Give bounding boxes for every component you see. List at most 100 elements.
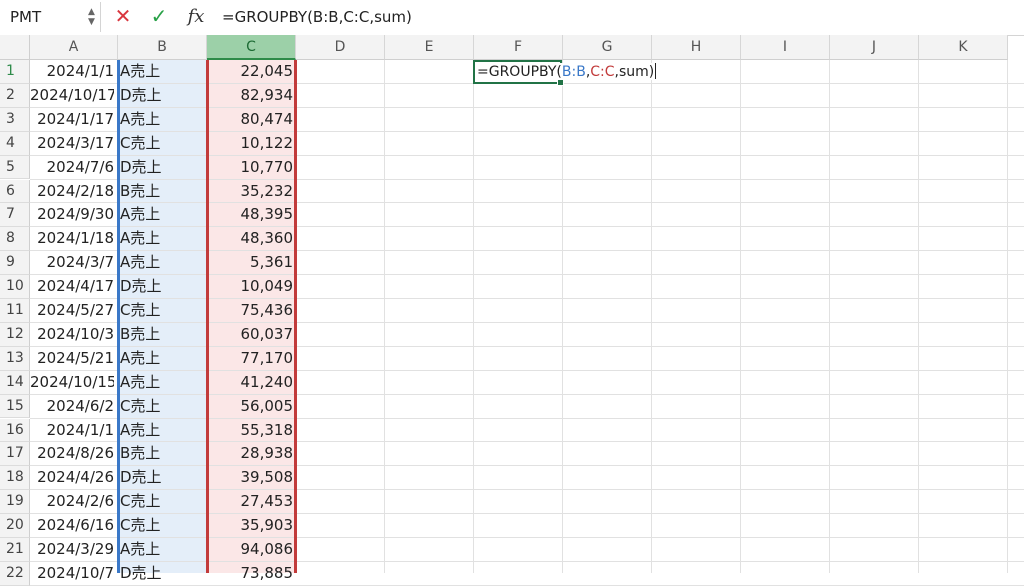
table-cell-category[interactable]: A売上 [120,108,206,132]
table-cell-date[interactable]: 2024/3/17 [30,132,114,156]
table-cell-category[interactable]: A売上 [120,371,206,395]
table-cell-amount[interactable]: 22,045 [209,60,294,84]
table-cell-category[interactable]: A売上 [120,538,206,562]
table-cell-date[interactable]: 2024/10/3 [30,323,114,347]
table-cell-date[interactable]: 2024/2/6 [30,490,114,514]
table-cell-date[interactable]: 2024/1/17 [30,108,114,132]
column-header-h[interactable]: H [652,35,741,60]
table-cell-amount[interactable]: 75,436 [209,299,294,323]
column-header-i[interactable]: I [741,35,830,60]
table-cell-amount[interactable]: 27,453 [209,490,294,514]
table-cell-amount[interactable]: 82,934 [209,84,294,108]
row-header[interactable]: 19 [0,490,30,515]
table-cell-category[interactable]: C売上 [120,395,206,419]
table-cell-date[interactable]: 2024/5/21 [30,347,114,371]
select-all-corner[interactable] [0,35,30,60]
table-cell-category[interactable]: B売上 [120,180,206,204]
table-cell-category[interactable]: A売上 [120,203,206,227]
table-cell-amount[interactable]: 55,318 [209,419,294,443]
row-header[interactable]: 6 [0,179,30,204]
table-cell-date[interactable]: 2024/5/27 [30,299,114,323]
row-header[interactable]: 14 [0,370,30,395]
table-cell-category[interactable]: A売上 [120,60,206,84]
table-cell-amount[interactable]: 10,770 [209,156,294,180]
table-cell-category[interactable]: C売上 [120,299,206,323]
table-cell-category[interactable]: A売上 [120,419,206,443]
table-cell-category[interactable]: D売上 [120,466,206,490]
table-cell-date[interactable]: 2024/9/30 [30,203,114,227]
table-cell-amount[interactable]: 60,037 [209,323,294,347]
table-cell-date[interactable]: 2024/1/1 [30,60,114,84]
row-header[interactable]: 21 [0,538,30,562]
table-cell-amount[interactable]: 94,086 [209,538,294,562]
table-cell-date[interactable]: 2024/8/26 [30,442,114,466]
table-cell-category[interactable]: A売上 [120,251,206,275]
row-header[interactable]: 1 [0,60,30,84]
row-header[interactable]: 13 [0,346,30,371]
table-cell-amount[interactable]: 56,005 [209,395,294,419]
table-cell-date[interactable]: 2024/4/26 [30,466,114,490]
table-cell-category[interactable]: C売上 [120,490,206,514]
row-header[interactable]: 20 [0,514,30,538]
row-header[interactable]: 9 [0,251,30,276]
column-header-f[interactable]: F [474,35,563,60]
name-box[interactable]: PMT ▲ ▼ [0,2,101,32]
row-header[interactable]: 12 [0,322,30,347]
table-cell-date[interactable]: 2024/4/17 [30,275,114,299]
row-header[interactable]: 11 [0,299,30,323]
table-cell-date[interactable]: 2024/7/6 [30,156,114,180]
table-cell-amount[interactable]: 73,885 [209,562,294,586]
column-header-a[interactable]: A [30,35,118,60]
row-header[interactable]: 2 [0,83,30,108]
function-icon[interactable]: fx [183,6,209,27]
check-icon[interactable]: ✓ [146,4,172,28]
table-cell-date[interactable]: 2024/3/7 [30,251,114,275]
table-cell-category[interactable]: D売上 [120,156,206,180]
column-header-k[interactable]: K [919,35,1008,60]
row-header[interactable]: 10 [0,275,30,299]
table-cell-date[interactable]: 2024/1/18 [30,227,114,251]
table-cell-amount[interactable]: 48,395 [209,203,294,227]
table-cell-date[interactable]: 2024/6/2 [30,395,114,419]
name-box-stepper-icon[interactable]: ▲ ▼ [88,7,95,27]
row-header[interactable]: 8 [0,227,30,252]
fill-handle[interactable] [557,79,564,86]
table-cell-amount[interactable]: 5,361 [209,251,293,275]
table-cell-amount[interactable]: 10,122 [209,132,294,156]
table-cell-category[interactable]: C売上 [120,514,206,538]
row-header[interactable]: 15 [0,394,30,419]
table-cell-amount[interactable]: 41,240 [209,371,294,395]
table-cell-category[interactable]: B売上 [120,323,206,347]
table-cell-amount[interactable]: 77,170 [209,347,294,371]
table-cell-date[interactable]: 2024/10/17 [30,84,114,108]
row-header[interactable]: 18 [0,466,30,491]
table-cell-date[interactable]: 2024/3/29 [30,538,114,562]
column-header-b[interactable]: B [118,35,207,60]
column-header-d[interactable]: D [296,35,385,60]
table-cell-date[interactable]: 2024/10/15 [30,371,114,395]
table-cell-date[interactable]: 2024/1/1 [30,419,114,443]
table-cell-date[interactable]: 2024/6/16 [30,514,114,538]
table-cell-amount[interactable]: 39,508 [209,466,294,490]
close-icon[interactable]: ✕ [110,4,136,28]
table-cell-category[interactable]: B売上 [120,442,206,466]
table-cell-amount[interactable]: 80,474 [209,108,294,132]
row-header[interactable]: 17 [0,442,30,467]
column-header-j[interactable]: J [830,35,919,60]
row-header[interactable]: 22 [0,561,30,586]
row-header[interactable]: 16 [0,418,30,443]
column-header-c[interactable]: C [207,35,296,60]
table-cell-date[interactable]: 2024/10/7 [30,562,114,586]
table-cell-category[interactable]: A売上 [120,347,206,371]
formula-input[interactable]: =GROUPBY(B:B,C:C,sum) [222,8,412,26]
table-cell-amount[interactable]: 35,232 [209,180,294,204]
table-cell-amount[interactable]: 35,903 [209,514,294,538]
table-cell-category[interactable]: D売上 [120,84,206,108]
table-cell-amount[interactable]: 28,938 [209,442,294,466]
column-header-g[interactable]: G [563,35,652,60]
table-cell-amount[interactable]: 48,360 [209,227,294,251]
in-cell-formula[interactable]: =GROUPBY(B:B,C:C,sum) [477,63,659,80]
table-cell-category[interactable]: A売上 [120,227,206,251]
row-header[interactable]: 4 [0,131,30,156]
column-header-e[interactable]: E [385,35,474,60]
